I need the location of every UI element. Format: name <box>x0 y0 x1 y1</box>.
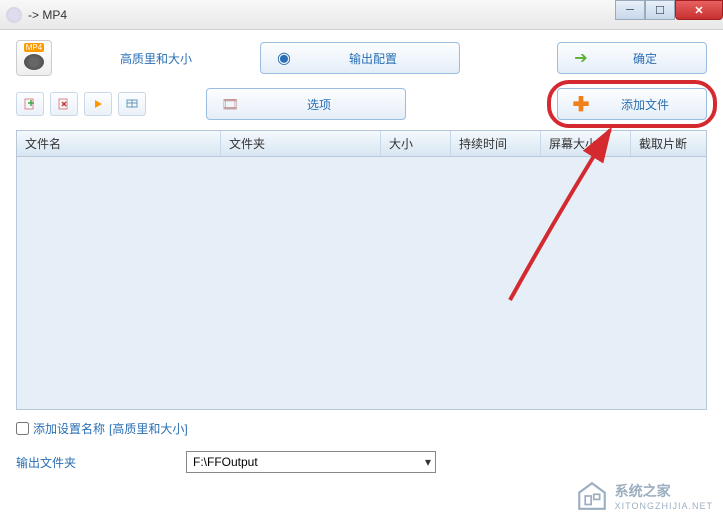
view-button[interactable] <box>118 92 146 116</box>
add-file-label: 添加文件 <box>604 96 706 113</box>
window-title: -> MP4 <box>28 8 67 22</box>
app-icon <box>6 7 22 23</box>
table-body[interactable] <box>17 157 706 409</box>
grid-icon <box>125 97 139 111</box>
col-screen-size[interactable]: 屏幕大小 <box>541 131 631 156</box>
table-header: 文件名 文件夹 大小 持续时间 屏幕大小 截取片断 <box>17 131 706 157</box>
add-settings-value: [高质里和大小] <box>109 420 188 437</box>
output-folder-select[interactable]: F:\FFOutput <box>186 451 436 473</box>
col-duration[interactable]: 持续时间 <box>451 131 541 156</box>
add-settings-checkbox[interactable] <box>16 422 29 435</box>
play-button[interactable] <box>84 92 112 116</box>
titlebar: -> MP4 ─ ☐ ✕ <box>0 0 723 30</box>
output-config-button[interactable]: ◉ 输出配置 <box>260 42 460 74</box>
plus-icon: ✚ <box>558 92 604 117</box>
file-remove-icon <box>57 97 71 111</box>
output-folder-label: 输出文件夹 <box>16 454 176 471</box>
add-settings-checkbox-wrap[interactable]: 添加设置名称 [高质里和大小] <box>16 420 188 437</box>
gear-icon: ◉ <box>261 48 307 68</box>
file-add-icon <box>23 97 37 111</box>
maximize-button[interactable]: ☐ <box>645 0 675 20</box>
remove-item-button[interactable] <box>50 92 78 116</box>
add-file-button[interactable]: ✚ 添加文件 <box>557 88 707 120</box>
options-button[interactable]: 🎞 选项 <box>206 88 406 120</box>
add-item-button[interactable] <box>16 92 44 116</box>
reel-icon <box>24 54 44 70</box>
format-icon[interactable]: MP4 <box>16 40 52 76</box>
watermark-url: XITONGZHIJIA.NET <box>615 501 713 511</box>
col-trim[interactable]: 截取片断 <box>631 131 706 156</box>
output-config-label: 输出配置 <box>307 50 459 67</box>
options-label: 选项 <box>253 96 405 113</box>
add-file-highlight: ✚ 添加文件 <box>557 88 707 120</box>
main-content: MP4 高质里和大小 ◉ 输出配置 ➔ 确定 🎞 选项 <box>0 30 723 493</box>
film-icon: 🎞 <box>207 96 253 113</box>
ok-button[interactable]: ➔ 确定 <box>557 42 707 74</box>
window-controls: ─ ☐ ✕ <box>615 0 723 20</box>
close-button[interactable]: ✕ <box>675 0 723 20</box>
play-icon <box>91 97 105 111</box>
minimize-button[interactable]: ─ <box>615 0 645 20</box>
format-badge: MP4 <box>24 43 44 52</box>
add-settings-label: 添加设置名称 <box>33 420 105 437</box>
col-filename[interactable]: 文件名 <box>17 131 221 156</box>
col-folder[interactable]: 文件夹 <box>221 131 381 156</box>
quality-label: 高质里和大小 <box>66 50 246 67</box>
ok-label: 确定 <box>604 50 706 67</box>
arrow-right-icon: ➔ <box>558 48 604 68</box>
col-size[interactable]: 大小 <box>381 131 451 156</box>
output-folder-path: F:\FFOutput <box>193 455 258 469</box>
file-table: 文件名 文件夹 大小 持续时间 屏幕大小 截取片断 <box>16 130 707 410</box>
